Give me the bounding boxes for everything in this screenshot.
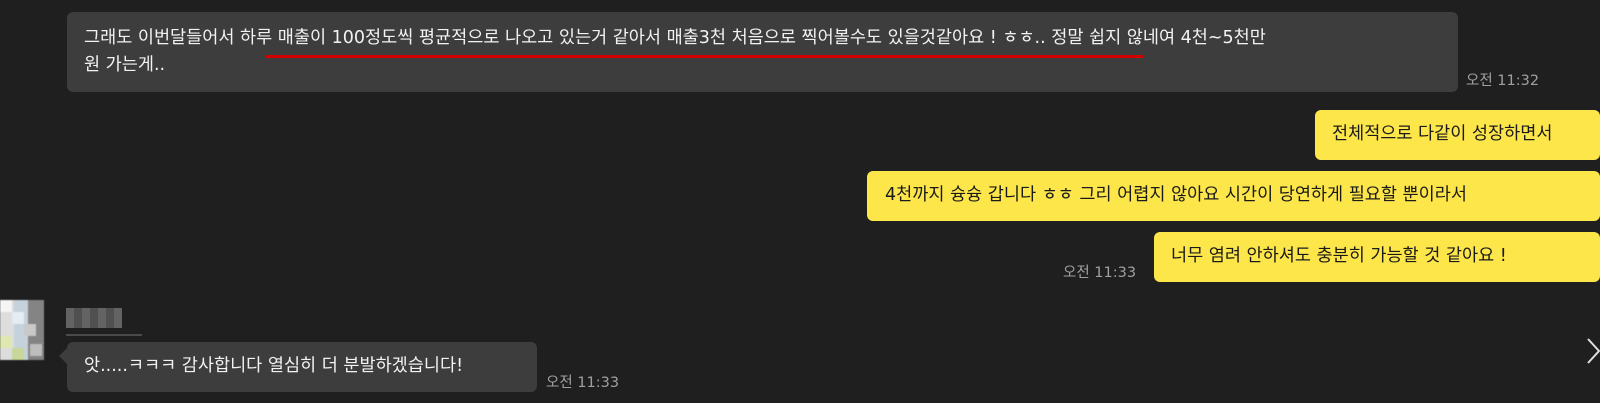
message-text: 그래도 이번달들어서 bbox=[84, 28, 241, 48]
highlighted-text: 하루 매출이 100정도씩 평균적으로 나오고 있는거 같아서 매출3천 처음으… bbox=[240, 28, 997, 48]
message-text: 4천까지 슝슝 갑니다 ㅎㅎ 그리 어렵지 않아요 시간이 당연하게 필요할 뿐… bbox=[885, 185, 1467, 205]
message-timestamp: 오전 11:33 bbox=[546, 375, 620, 391]
message-timestamp: 오전 11:33 bbox=[1063, 265, 1137, 281]
bubble-tail bbox=[59, 348, 67, 364]
message-text: 너무 염려 안하셔도 충분히 가능할 것 같아요 ! bbox=[1171, 246, 1507, 266]
message-text: 앗.....ㅋㅋㅋ 감사합니다 열심히 더 분발하겠습니다! bbox=[84, 356, 464, 376]
outgoing-message-bubble[interactable]: 전체적으로 다같이 성장하면서 bbox=[1315, 110, 1600, 160]
outgoing-message-bubble[interactable]: 너무 염려 안하셔도 충분히 가능할 것 같아요 ! bbox=[1154, 232, 1600, 282]
chevron-right-icon[interactable] bbox=[1586, 336, 1600, 366]
incoming-message-bubble[interactable]: 그래도 이번달들어서 하루 매출이 100정도씩 평균적으로 나오고 있는거 같… bbox=[67, 12, 1458, 92]
sender-name-blurred bbox=[66, 308, 122, 328]
outgoing-message-bubble[interactable]: 4천까지 슝슝 갑니다 ㅎㅎ 그리 어렵지 않아요 시간이 당연하게 필요할 뿐… bbox=[867, 171, 1600, 221]
message-text: 전체적으로 다같이 성장하면서 bbox=[1332, 124, 1553, 144]
message-line-1: 그래도 이번달들어서 하루 매출이 100정도씩 평균적으로 나오고 있는거 같… bbox=[84, 25, 1440, 52]
incoming-message-bubble[interactable]: 앗.....ㅋㅋㅋ 감사합니다 열심히 더 분발하겠습니다! bbox=[67, 342, 537, 392]
red-underline-annotation bbox=[265, 55, 1143, 58]
message-text: ㅎㅎ.. 정말 쉽지 않네여 4천~5천만 bbox=[996, 28, 1266, 48]
avatar[interactable] bbox=[0, 300, 44, 360]
divider bbox=[66, 334, 142, 336]
message-timestamp: 오전 11:32 bbox=[1466, 73, 1540, 89]
chat-window: 그래도 이번달들어서 하루 매출이 100정도씩 평균적으로 나오고 있는거 같… bbox=[0, 0, 1600, 403]
